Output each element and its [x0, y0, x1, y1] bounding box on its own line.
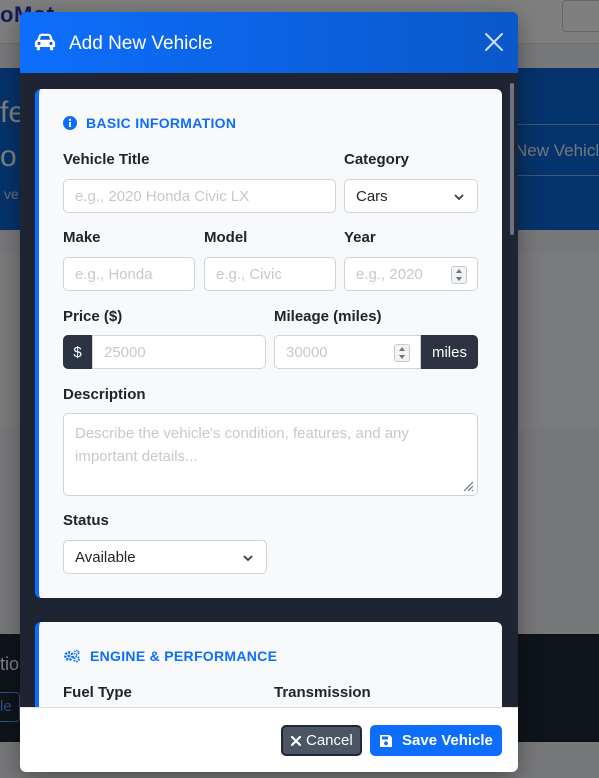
year-input[interactable]: e.g., 2020 — [344, 257, 478, 291]
modal-footer: Cancel Save Vehicle — [20, 707, 518, 772]
basic-information-card: BASIC INFORMATION Vehicle Title e.g., 20… — [35, 89, 502, 598]
model-input[interactable]: e.g., Civic — [204, 257, 336, 291]
mileage-stepper[interactable] — [394, 344, 410, 362]
model-placeholder: e.g., Civic — [216, 265, 282, 283]
status-select[interactable]: Available — [63, 540, 267, 574]
cancel-button[interactable]: Cancel — [281, 725, 362, 756]
mileage-label: Mileage (miles) — [274, 308, 382, 325]
mileage-suffix: miles — [421, 335, 478, 369]
chevron-down-icon — [243, 555, 253, 562]
category-value: Cars — [356, 187, 388, 205]
price-label: Price ($) — [63, 308, 123, 325]
mileage-placeholder: 30000 — [286, 343, 328, 361]
modal-body[interactable]: BASIC INFORMATION Vehicle Title e.g., 20… — [20, 73, 518, 707]
description-placeholder: Describe the vehicle's condition, featur… — [75, 425, 409, 465]
resize-handle-icon[interactable] — [462, 480, 474, 492]
modal-header: Add New Vehicle — [20, 12, 518, 73]
chevron-down-icon — [454, 194, 464, 201]
gears-icon — [64, 649, 80, 663]
make-input[interactable]: e.g., Honda — [63, 257, 195, 291]
year-label: Year — [344, 229, 376, 246]
status-label: Status — [63, 512, 109, 529]
vehicle-title-input[interactable]: e.g., 2020 Honda Civic LX — [63, 179, 336, 213]
description-textarea[interactable]: Describe the vehicle's condition, featur… — [63, 413, 478, 496]
basic-information-heading: BASIC INFORMATION — [63, 115, 236, 131]
save-vehicle-button[interactable]: Save Vehicle — [370, 725, 502, 756]
modal-scrollbar[interactable] — [510, 83, 514, 235]
make-placeholder: e.g., Honda — [75, 265, 153, 283]
description-label: Description — [63, 386, 146, 403]
engine-performance-card: ENGINE & PERFORMANCE Fuel Type Transmiss… — [35, 622, 502, 707]
engine-performance-heading: ENGINE & PERFORMANCE — [63, 648, 277, 664]
basic-information-heading-text: BASIC INFORMATION — [86, 115, 237, 131]
price-prefix: $ — [63, 335, 92, 369]
cancel-button-label: Cancel — [306, 732, 353, 749]
add-vehicle-modal: Add New Vehicle BASIC INFORMATION Vehicl… — [20, 12, 518, 772]
make-label: Make — [63, 229, 101, 246]
category-select[interactable]: Cars — [344, 179, 478, 213]
vehicle-title-placeholder: e.g., 2020 Honda Civic LX — [75, 187, 250, 205]
price-input[interactable]: 25000 — [92, 335, 266, 369]
year-placeholder: e.g., 2020 — [356, 265, 423, 283]
modal-title: Add New Vehicle — [69, 33, 213, 54]
price-placeholder: 25000 — [104, 343, 146, 361]
save-button-label: Save Vehicle — [402, 732, 493, 749]
car-icon — [34, 33, 56, 51]
vehicle-title-label: Vehicle Title — [63, 151, 150, 168]
category-label: Category — [344, 151, 410, 168]
close-icon[interactable] — [482, 30, 506, 54]
status-value: Available — [75, 548, 136, 566]
model-label: Model — [204, 229, 248, 246]
mileage-input[interactable]: 30000 — [274, 335, 421, 369]
close-icon — [290, 735, 302, 746]
engine-performance-heading-text: ENGINE & PERFORMANCE — [90, 648, 278, 664]
save-icon — [380, 734, 392, 747]
info-circle-icon — [63, 116, 77, 130]
fuel-type-label: Fuel Type — [63, 684, 132, 701]
transmission-label: Transmission — [274, 684, 371, 701]
year-stepper[interactable] — [451, 266, 467, 284]
